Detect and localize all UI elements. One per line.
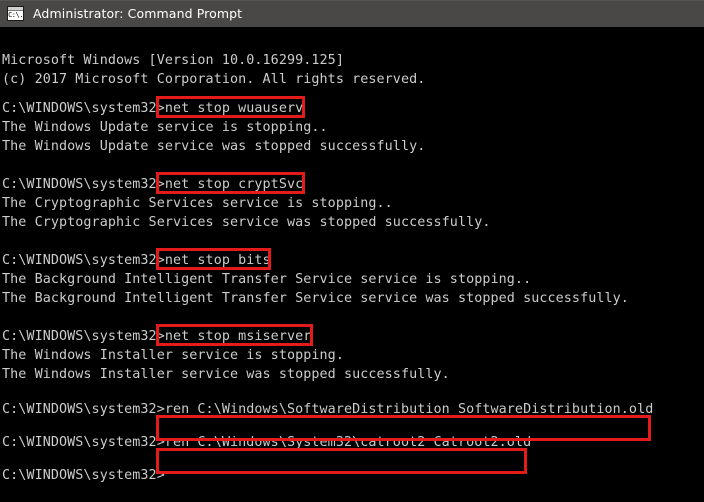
titlebar-highlight-line [0,0,704,1]
console-command-line: C:\WINDOWS\system32> [2,468,165,483]
console-command-line: C:\WINDOWS\system32>net stop msiserver [2,329,312,344]
console-icon: C:\. [7,6,24,21]
console-output-line: The Windows Update service is stopping.. [2,120,328,135]
window-titlebar[interactable]: C:\. Administrator: Command Prompt [0,0,704,27]
command-prompt-window: C:\. Administrator: Command Prompt Micro… [0,0,704,502]
console-command-line: C:\WINDOWS\system32>net stop bits [2,253,271,268]
console-output-line: The Cryptographic Services service is st… [2,196,393,211]
console-command-line: C:\WINDOWS\system32>net stop cryptSvc [2,177,304,192]
console-icon-label: C:\. [8,11,23,19]
console-command-line: C:\WINDOWS\system32>ren C:\Windows\Syste… [2,435,532,450]
console-output-line: (c) 2017 Microsoft Corporation. All righ… [2,72,426,87]
command-highlight-box [156,448,527,474]
console-command-line: C:\WINDOWS\system32>net stop wuauserv [2,101,304,116]
console-command-line: C:\WINDOWS\system32>ren C:\Windows\Softw… [2,402,654,417]
console-output-line: The Windows Update service was stopped s… [2,139,426,154]
console-output-line: Microsoft Windows [Version 10.0.16299.12… [2,53,344,68]
console-output-line: The Windows Installer service was stoppe… [2,367,450,382]
console-output-line: The Windows Installer service is stoppin… [2,348,344,363]
console-output-line: The Background Intelligent Transfer Serv… [2,291,629,306]
console-output-line: The Cryptographic Services service was s… [2,215,491,230]
console-output-line: The Background Intelligent Transfer Serv… [2,272,532,287]
window-title: Administrator: Command Prompt [33,6,243,21]
console-output-area[interactable]: Microsoft Windows [Version 10.0.16299.12… [0,27,704,502]
